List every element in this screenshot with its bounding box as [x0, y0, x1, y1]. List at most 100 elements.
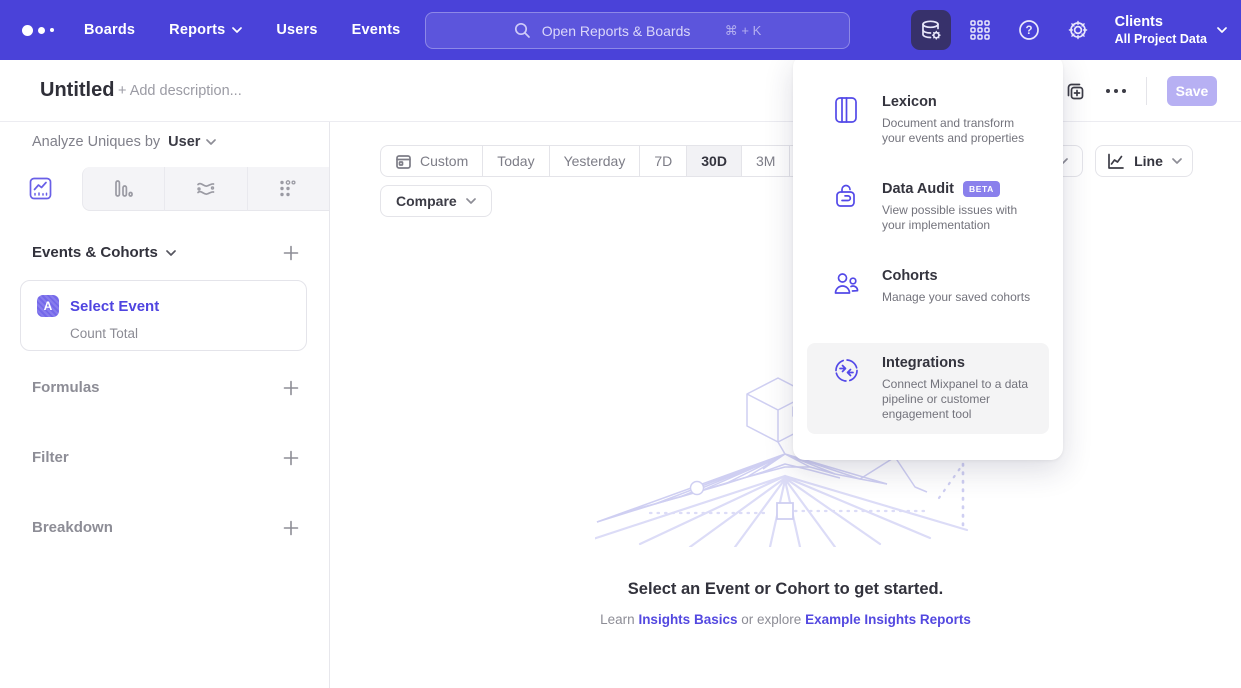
add-event-button[interactable] [283, 245, 299, 261]
menu-item-integrations[interactable]: Integrations Connect Mixpanel to a data … [807, 343, 1049, 434]
example-reports-link[interactable]: Example Insights Reports [805, 612, 971, 627]
data-management-button[interactable] [911, 10, 951, 50]
account-name: Clients [1115, 14, 1207, 30]
dot-grid-icon [277, 178, 299, 200]
analyze-value: User [168, 134, 200, 150]
range-yesterday[interactable]: Yesterday [549, 146, 640, 176]
compare-dropdown[interactable]: Compare [380, 185, 492, 217]
help-icon: ? [1017, 18, 1041, 42]
tab-stacked-chart[interactable] [164, 167, 247, 211]
analyze-label: Analyze Uniques by [32, 134, 160, 150]
event-row-card[interactable]: A Select Event Count Total [20, 280, 307, 351]
nav-item-events[interactable]: Events [352, 22, 401, 38]
line-chart-icon [29, 177, 52, 200]
tab-line-chart[interactable] [0, 167, 82, 211]
events-cohorts-section: Events & Cohorts [32, 244, 299, 261]
subtitle-text: or explore [741, 612, 801, 627]
range-label: 7D [654, 153, 672, 169]
search-input[interactable] [542, 23, 714, 39]
nav-label: Boards [84, 22, 135, 38]
empty-state-title: Select an Event or Cohort to get started… [330, 580, 1241, 599]
events-cohorts-dropdown[interactable]: Events & Cohorts [32, 244, 176, 261]
nav-item-users[interactable]: Users [276, 22, 317, 38]
chevron-down-icon [166, 250, 176, 256]
chart-type-tabs [0, 167, 329, 211]
apps-grid-button[interactable] [960, 10, 1000, 50]
insights-basics-link[interactable]: Insights Basics [638, 612, 737, 627]
add-formula-button[interactable] [283, 380, 299, 396]
save-button[interactable]: Save [1167, 76, 1217, 106]
chevron-down-icon [1172, 158, 1182, 164]
nav-label: Reports [169, 22, 225, 38]
plus-icon [283, 520, 299, 536]
integrations-icon [833, 357, 860, 384]
select-event-button[interactable]: Select Event [70, 298, 159, 315]
add-filter-button[interactable] [283, 450, 299, 466]
project-switcher[interactable]: Clients All Project Data [1115, 14, 1227, 46]
data-management-menu: Lexicon Document and transform your even… [793, 55, 1063, 460]
subtitle-text: Learn [600, 612, 635, 627]
book-icon [833, 96, 860, 124]
range-7d[interactable]: 7D [639, 146, 686, 176]
help-button[interactable]: ? [1009, 10, 1049, 50]
tab-metric[interactable] [247, 167, 330, 211]
range-label: Yesterday [564, 153, 626, 169]
chart-style-dropdown[interactable]: Line [1095, 145, 1193, 177]
range-custom[interactable]: Custom [381, 146, 482, 176]
plus-icon [283, 380, 299, 396]
empty-state-subtitle: Learn Insights Basics or explore Example… [330, 612, 1241, 627]
gear-icon [1066, 18, 1090, 42]
section-title: Formulas [32, 379, 100, 396]
audit-icon [833, 183, 860, 211]
menu-item-title: Lexicon [882, 94, 937, 110]
cohorts-icon [833, 270, 860, 297]
bar-chart-icon [112, 178, 134, 200]
line-chart-icon [1106, 152, 1125, 171]
global-search[interactable]: ⌘ + K [425, 12, 850, 49]
compare-label: Compare [396, 193, 457, 209]
svg-text:?: ? [1025, 25, 1032, 37]
calendar-icon [395, 153, 412, 170]
menu-item-title: Cohorts [882, 268, 938, 284]
menu-item-description: View possible issues with your implement… [882, 203, 1037, 233]
add-description-field[interactable]: + Add description... [118, 83, 242, 99]
menu-item-cohorts[interactable]: Cohorts Manage your saved cohorts [807, 256, 1049, 317]
range-30d[interactable]: 30D [686, 146, 741, 176]
search-shortcut: ⌘ + K [725, 23, 762, 39]
range-today[interactable]: Today [482, 146, 548, 176]
plus-icon [283, 245, 299, 261]
report-title[interactable]: Untitled [40, 79, 114, 102]
mixpanel-logo-icon[interactable] [22, 25, 58, 36]
project-name: All Project Data [1115, 32, 1207, 46]
range-3m[interactable]: 3M [741, 146, 789, 176]
beta-badge: BETA [963, 181, 1000, 197]
nav-item-reports[interactable]: Reports [169, 22, 242, 38]
search-icon [514, 22, 531, 39]
chevron-down-icon [232, 27, 242, 33]
range-label: 30D [701, 153, 727, 169]
count-type-selector[interactable]: Count Total [70, 326, 290, 341]
add-breakdown-button[interactable] [283, 520, 299, 536]
settings-button[interactable] [1058, 10, 1098, 50]
analyze-entity-dropdown[interactable]: User [168, 134, 216, 150]
tab-bar-chart[interactable] [82, 167, 165, 211]
menu-item-description: Manage your saved cohorts [882, 290, 1030, 305]
chevron-down-icon [206, 139, 216, 145]
chevron-down-icon [1217, 27, 1227, 33]
duplicate-icon[interactable] [1064, 80, 1086, 102]
range-label: Custom [420, 153, 468, 169]
query-builder-sidebar: Analyze Uniques by User [0, 122, 330, 688]
navbar-right: ? Clients All Project Data [911, 0, 1227, 60]
grid-icon [969, 19, 991, 41]
menu-item-title: Integrations [882, 355, 965, 371]
nav-label: Users [276, 22, 317, 38]
formulas-section: Formulas [32, 379, 299, 396]
section-title: Filter [32, 449, 69, 466]
report-canvas: Custom Today Yesterday 7D 30D 3M 6M Comp… [330, 122, 1241, 688]
nav-item-boards[interactable]: Boards [84, 22, 135, 38]
more-options-button[interactable] [1106, 89, 1126, 93]
menu-item-lexicon[interactable]: Lexicon Document and transform your even… [807, 82, 1049, 158]
divider [1146, 77, 1147, 105]
date-range-selector: Custom Today Yesterday 7D 30D 3M 6M [380, 145, 839, 177]
menu-item-data-audit[interactable]: Data Audit BETA View possible issues wit… [807, 169, 1049, 245]
